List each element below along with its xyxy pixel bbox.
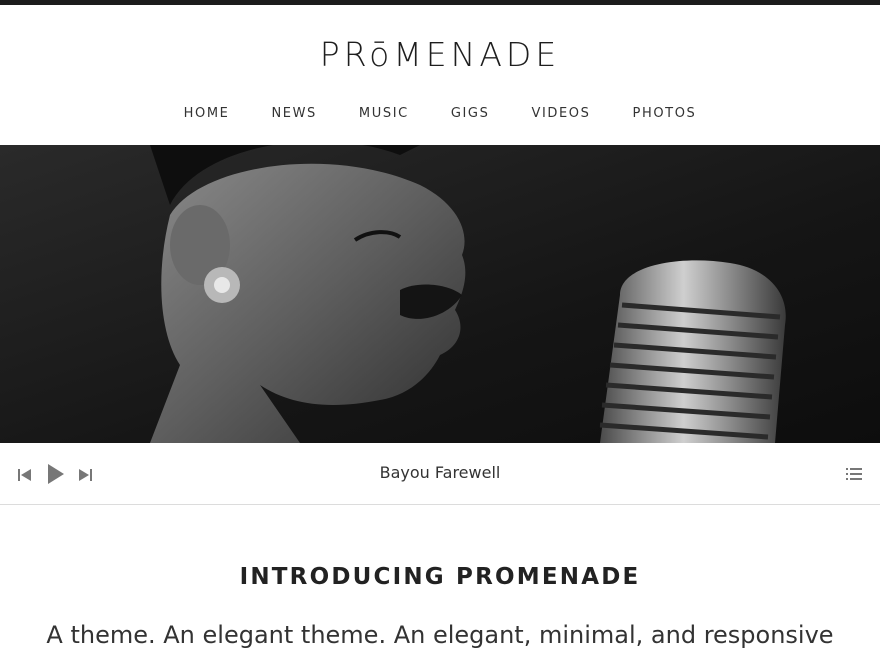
nav-item-music[interactable]: MUSIC	[359, 104, 409, 124]
track-title: Bayou Farewell	[379, 463, 501, 482]
nav-item-gigs[interactable]: GIGS	[451, 104, 490, 124]
intro-text: A theme. An elegant theme. An elegant, m…	[46, 621, 834, 649]
nav-item-news[interactable]: NEWS	[271, 104, 316, 124]
main-nav: HOME NEWS MUSIC GIGS VIDEOS PHOTOS	[0, 104, 880, 124]
audio-player: Bayou Farewell	[0, 443, 880, 505]
section-heading: INTRODUCING PROMENADE	[239, 564, 641, 590]
nav-item-photos[interactable]: PHOTOS	[633, 104, 697, 124]
top-accent-bar	[0, 0, 880, 5]
site-title[interactable]: PRōMENADE	[0, 33, 880, 77]
hero-image	[0, 145, 880, 443]
nav-item-home[interactable]: HOME	[184, 104, 230, 124]
nav-item-videos[interactable]: VIDEOS	[531, 104, 590, 124]
hero-photo-illustration	[0, 145, 880, 443]
playlist-icon[interactable]	[845, 466, 863, 486]
